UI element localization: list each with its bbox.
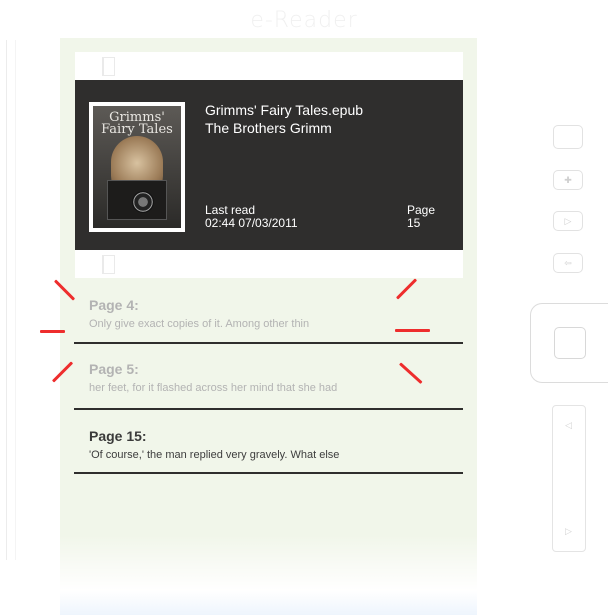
bracket-icon	[102, 57, 115, 76]
select-button[interactable]	[554, 327, 586, 359]
book-title: Grimms' Fairy Tales.epub	[205, 102, 364, 118]
device-brand-logo: e-Reader	[250, 8, 358, 33]
bookmark-icon: ✚	[564, 174, 572, 185]
book-author: The Brothers Grimm	[205, 120, 332, 136]
page-number: 15	[407, 216, 421, 230]
bracket-icon	[102, 255, 115, 274]
camera-lens	[132, 191, 154, 213]
page-rocker[interactable]: ◁ ▷	[552, 405, 586, 552]
device-bezel-edge	[6, 40, 16, 560]
reader-screen: Grimms' Fairy Tales Grimms' Fairy Tales.…	[60, 38, 477, 615]
page-down-icon[interactable]: ▷	[565, 526, 572, 537]
cover-art: Grimms' Fairy Tales	[93, 106, 181, 228]
camera-icon	[107, 180, 167, 220]
bookmark-divider	[74, 342, 463, 344]
screen-header-band	[75, 52, 463, 80]
bookmark-title: Page 15:	[89, 428, 147, 444]
bookmark-title: Page 4:	[89, 297, 139, 313]
highlight-ray	[395, 329, 430, 332]
cover-title-text: Grimms' Fairy Tales	[101, 110, 173, 137]
page-up-icon[interactable]: ◁	[565, 420, 572, 431]
play-icon: ▷	[564, 215, 572, 226]
bookmark-title: Page 5:	[89, 361, 139, 377]
bookmark-divider	[74, 408, 463, 410]
bookmark-snippet: Only give exact copies of it. Among othe…	[89, 318, 310, 330]
forward-button[interactable]: ▷	[553, 211, 583, 231]
screen-sub-band	[75, 250, 463, 278]
menu-button[interactable]	[553, 125, 583, 149]
highlight-ray	[40, 330, 65, 333]
last-read-timestamp: 02:44 07/03/2011	[205, 216, 298, 230]
bookmark-item-active[interactable]: Page 15: 'Of course,' the man replied ve…	[74, 428, 463, 478]
bookmark-item[interactable]: Page 4: Only give exact copies of it. Am…	[74, 297, 463, 347]
bookmark-divider	[74, 472, 463, 474]
back-icon: ⇦	[564, 257, 572, 268]
last-read-label: Last read	[205, 203, 256, 217]
back-button[interactable]: ⇦	[553, 253, 583, 273]
bookmark-snippet: 'Of course,' the man replied very gravel…	[89, 449, 340, 461]
screen-bottom-fade	[60, 535, 477, 615]
bookmark-snippet: her feet, for it flashed across her mind…	[89, 382, 338, 394]
bookmark-button[interactable]: ✚	[553, 170, 583, 190]
book-cover: Grimms' Fairy Tales	[89, 102, 185, 232]
current-book-card[interactable]: Grimms' Fairy Tales Grimms' Fairy Tales.…	[75, 80, 463, 250]
page-label: Page	[407, 203, 436, 217]
